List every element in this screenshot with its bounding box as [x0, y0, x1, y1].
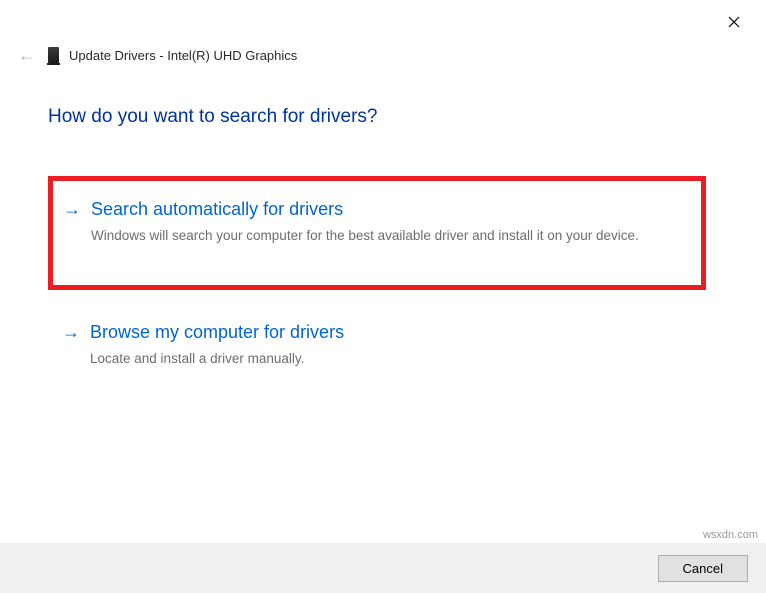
back-arrow-icon: ←	[18, 46, 36, 64]
option-title: Search automatically for drivers	[91, 197, 687, 221]
arrow-right-icon: →	[63, 197, 81, 221]
close-button[interactable]	[722, 10, 746, 34]
page-heading: How do you want to search for drivers?	[48, 106, 706, 128]
option-text: Search automatically for drivers Windows…	[91, 197, 687, 245]
footer-bar: Cancel	[0, 543, 766, 593]
window-header: ← Update Drivers - Intel(R) UHD Graphics	[18, 46, 297, 64]
option-text: Browse my computer for drivers Locate an…	[90, 320, 692, 368]
arrow-right-icon: →	[62, 320, 80, 344]
option-description: Windows will search your computer for th…	[91, 227, 687, 245]
device-icon	[48, 47, 59, 63]
watermark-text: wsxdn.com	[703, 529, 758, 541]
option-title: Browse my computer for drivers	[90, 320, 692, 344]
cancel-button[interactable]: Cancel	[658, 555, 748, 582]
close-icon	[728, 16, 740, 28]
main-content: How do you want to search for drivers? →…	[48, 106, 706, 402]
option-search-automatically[interactable]: → Search automatically for drivers Windo…	[48, 176, 706, 290]
window-title: Update Drivers - Intel(R) UHD Graphics	[69, 48, 297, 63]
option-browse-computer[interactable]: → Browse my computer for drivers Locate …	[48, 308, 706, 384]
option-description: Locate and install a driver manually.	[90, 350, 692, 368]
